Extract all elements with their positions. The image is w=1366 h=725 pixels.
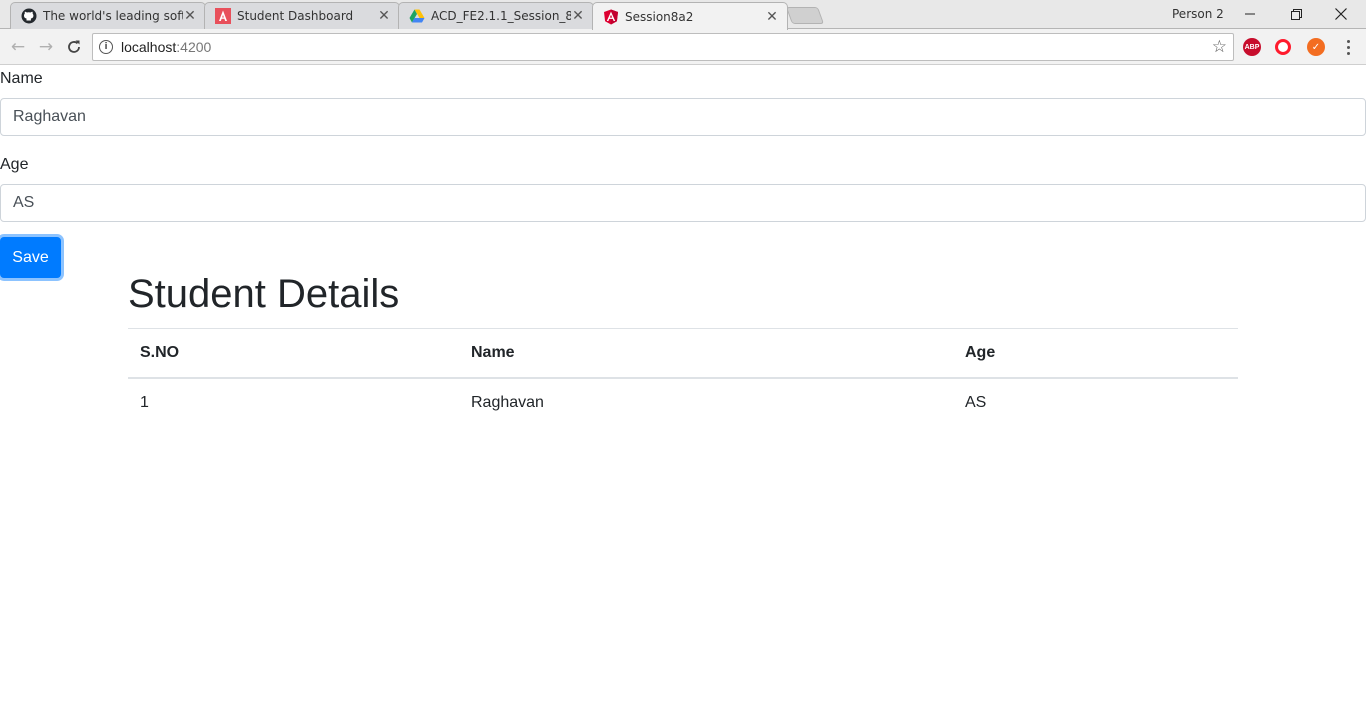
tab-title: The world's leading softw <box>43 9 183 23</box>
age-label: Age <box>0 156 29 173</box>
save-button[interactable]: Save <box>0 237 61 278</box>
name-input[interactable] <box>0 98 1366 136</box>
angular-icon <box>603 9 619 25</box>
table-header-row: S.NO Name Age <box>128 328 1238 379</box>
cell-name: Raghavan <box>459 377 953 428</box>
tab-title: Student Dashboard <box>237 9 354 23</box>
minimize-icon[interactable] <box>1227 0 1273 28</box>
student-table: S.NO Name Age 1 Raghavan AS <box>128 328 1238 428</box>
tab-close-icon[interactable]: ✕ <box>183 8 197 24</box>
reload-icon[interactable] <box>64 37 84 57</box>
info-icon[interactable]: i <box>99 40 113 54</box>
new-tab-button[interactable] <box>785 7 825 24</box>
profile-name[interactable]: Person 2 <box>1172 7 1224 21</box>
student-details-heading: Student Details <box>128 272 400 316</box>
tab-student-dashboard[interactable]: Student Dashboard ✕ <box>204 2 400 29</box>
tab-close-icon[interactable]: ✕ <box>765 9 779 25</box>
age-input[interactable] <box>0 184 1366 222</box>
close-window-icon[interactable] <box>1318 0 1364 28</box>
github-icon <box>21 8 37 24</box>
browser-toolbar: ← → i localhost:4200 ☆ ABP ✓ <box>0 29 1366 65</box>
tab-close-icon[interactable]: ✕ <box>571 8 585 24</box>
url-port: :4200 <box>176 39 212 55</box>
name-label: Name <box>0 70 43 87</box>
url-host: localhost <box>121 39 177 55</box>
opera-vpn-icon[interactable] <box>1275 39 1291 55</box>
column-header-age: Age <box>953 328 1238 379</box>
adblock-plus-icon[interactable]: ABP <box>1243 38 1261 56</box>
browser-tab-strip: The world's leading softw ✕ Student Dash… <box>0 0 1366 30</box>
menu-icon[interactable] <box>1342 37 1354 57</box>
restore-icon[interactable] <box>1273 0 1319 28</box>
column-header-name: Name <box>459 328 953 379</box>
tab-github[interactable]: The world's leading softw ✕ <box>10 2 206 29</box>
cell-age: AS <box>953 377 1238 428</box>
google-drive-icon <box>409 8 425 24</box>
page-content: Name Age Save Student Details S.NO Name … <box>0 66 1366 725</box>
table-row: 1 Raghavan AS <box>128 377 1238 428</box>
tab-title: ACD_FE2.1.1_Session_8_A <box>431 9 571 23</box>
tab-title: Session8a2 <box>625 9 694 24</box>
angular-icon <box>215 8 231 24</box>
address-bar[interactable]: i localhost:4200 ☆ <box>92 33 1234 61</box>
cell-sno: 1 <box>128 377 459 428</box>
column-header-sno: S.NO <box>128 328 459 379</box>
forward-arrow-icon[interactable]: → <box>36 37 56 57</box>
tab-close-icon[interactable]: ✕ <box>377 8 391 24</box>
extension-icon[interactable]: ✓ <box>1307 38 1325 56</box>
back-arrow-icon[interactable]: ← <box>8 37 28 57</box>
bookmark-star-icon[interactable]: ☆ <box>1212 37 1227 57</box>
tab-google-drive[interactable]: ACD_FE2.1.1_Session_8_A ✕ <box>398 2 594 29</box>
tab-session8a2[interactable]: Session8a2 ✕ <box>592 2 788 30</box>
